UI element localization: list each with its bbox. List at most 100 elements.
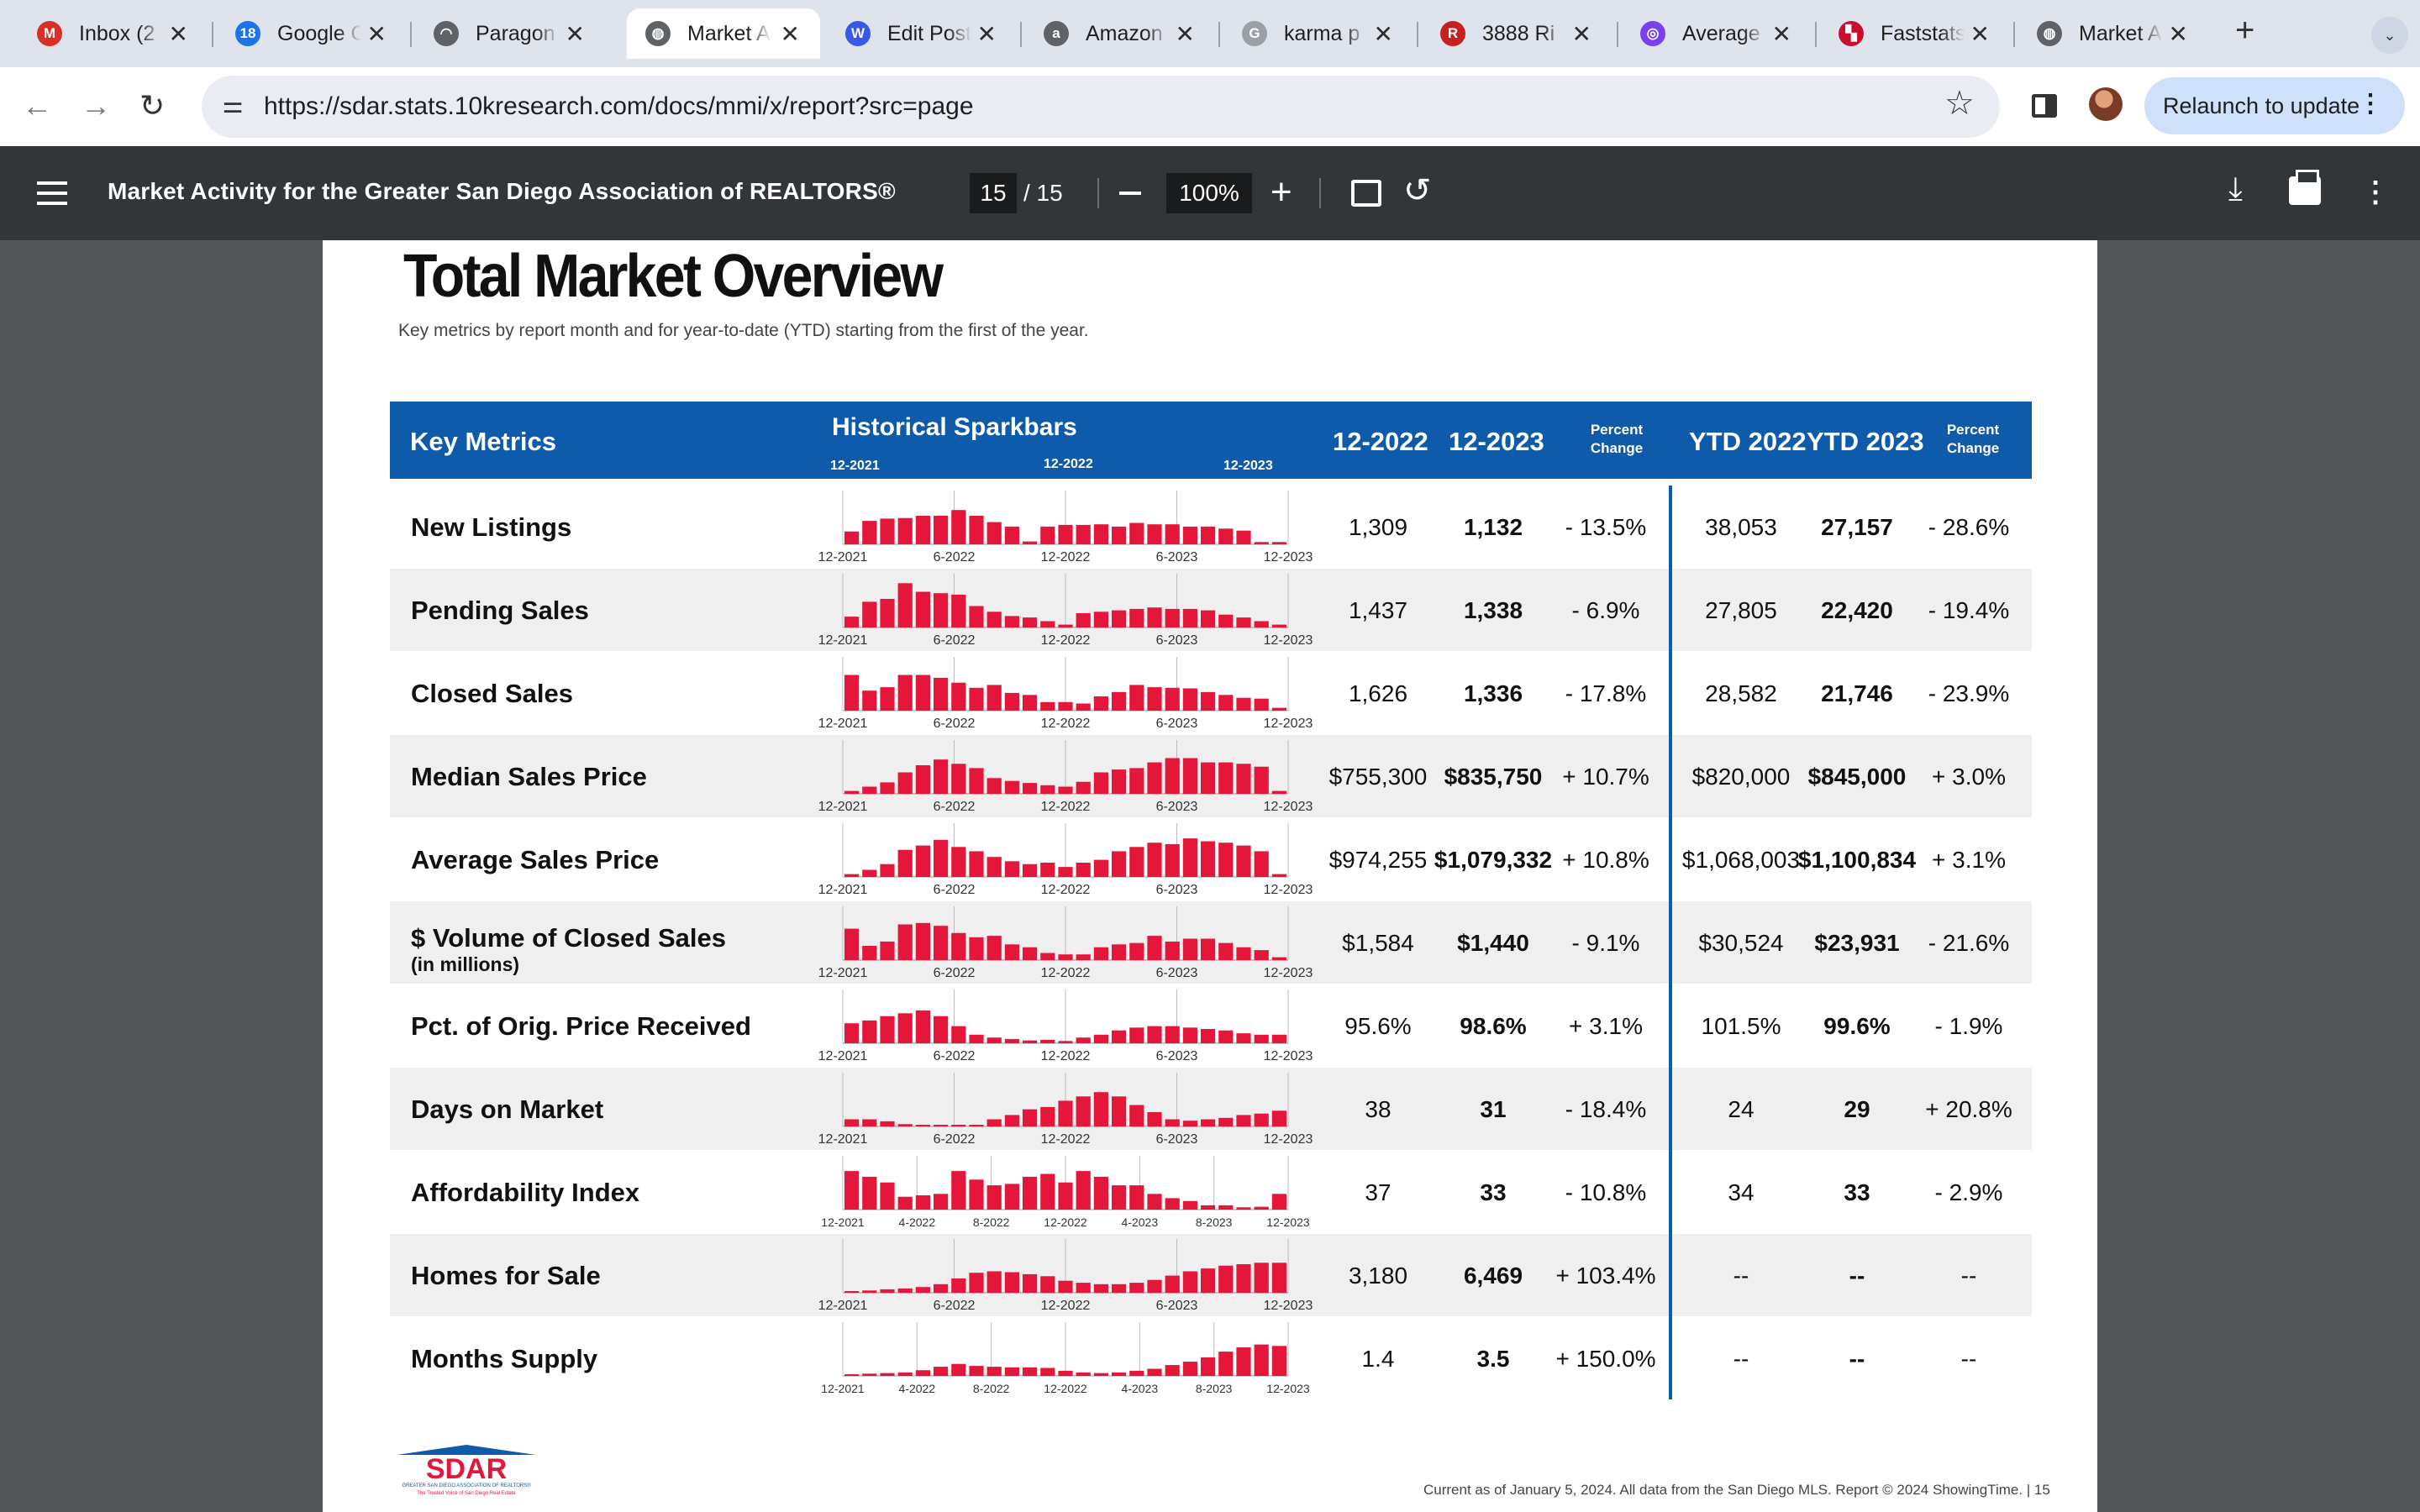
sparkbar <box>862 786 877 794</box>
sparkbar <box>897 924 913 960</box>
sparkbar <box>1147 1279 1162 1293</box>
sparkbar <box>1004 616 1019 627</box>
sparkbar-tick-label: 12-2023 <box>1264 550 1313 564</box>
sparkbar <box>1182 838 1197 877</box>
sparkbar <box>1040 701 1055 711</box>
sparkbar <box>1093 612 1108 627</box>
sparkbar <box>1093 772 1108 794</box>
sparkbar <box>951 594 966 627</box>
sparkbar <box>844 1291 860 1293</box>
sparkbar <box>969 1366 984 1376</box>
sparkbar <box>1182 938 1197 960</box>
sparkbar-tick-label: 6-2022 <box>934 966 976 980</box>
sparkbar <box>986 685 1002 711</box>
sparkbar-group: 12-2021 6-2022 12-2022 6-2023 12-2023 <box>818 990 1313 1063</box>
sparkbar <box>1218 1030 1234 1043</box>
sparkbar <box>951 682 966 711</box>
sparkbar <box>915 591 930 627</box>
sparkbar <box>1076 1096 1091 1126</box>
sparkbar-tick-label: 12-2023 <box>1264 800 1313 814</box>
sparkbar-group: 12-2021 6-2022 12-2022 6-2023 12-2023 <box>818 906 1313 980</box>
sparkbar <box>915 922 930 960</box>
sparkbar <box>1112 691 1127 711</box>
sparkbar <box>1236 617 1251 627</box>
sparkbar <box>1023 1273 1038 1293</box>
sparkbar <box>1254 621 1269 627</box>
sparkbar <box>1236 530 1251 544</box>
sparkbar <box>862 946 877 960</box>
sparkbar <box>1165 1119 1180 1126</box>
sparkbar <box>862 521 877 544</box>
sparkbar-tick-label: 4-2023 <box>1122 1382 1159 1395</box>
sparkbar-tick-label: 4-2023 <box>1122 1215 1159 1229</box>
sparkbar-tick-label: 12-2023 <box>1264 1049 1313 1063</box>
sparkbar <box>1040 1276 1055 1293</box>
sparkbar <box>1271 1034 1286 1043</box>
sparkbar-tick-label: 12-2023 <box>1266 1215 1310 1229</box>
sparkbar-tick-label: 12-2021 <box>818 633 868 648</box>
sparkbar <box>1236 1264 1251 1293</box>
sparkbars-chart: 12-2021 6-2022 12-2022 6-2023 12-202312-2021… <box>818 491 1313 1395</box>
sparkbar <box>897 1013 913 1043</box>
sparkbar <box>1129 1105 1144 1126</box>
sparkbar <box>1112 1185 1127 1210</box>
sparkbar-tick-label: 6-2023 <box>1156 966 1198 980</box>
sparkbar <box>986 1037 1002 1043</box>
sparkbar <box>986 936 1002 960</box>
sparkbar-tick-label: 6-2022 <box>934 1299 976 1313</box>
sparkbar <box>880 1289 895 1293</box>
sparkbar <box>1147 936 1162 960</box>
sparkbar <box>1182 688 1197 711</box>
sparkbar <box>1201 841 1216 877</box>
sparkbar <box>1023 617 1038 627</box>
sparkbar-tick-label: 12-2022 <box>1041 1049 1091 1063</box>
sparkbar <box>1058 1041 1073 1043</box>
sparkbar <box>862 1373 877 1376</box>
sparkbar <box>1254 1113 1269 1126</box>
sparkbar-tick-label: 8-2022 <box>973 1382 1010 1395</box>
sparkbar <box>1147 762 1162 794</box>
sparkbar <box>1023 695 1038 711</box>
sparkbar <box>1004 1115 1019 1126</box>
sparkbar <box>1165 687 1180 711</box>
sparkbar <box>1040 1368 1055 1376</box>
sparkbar <box>844 1119 860 1126</box>
sparkbar <box>1112 1372 1127 1376</box>
sparkbar <box>880 687 895 711</box>
sparkbar-tick-label: 12-2023 <box>1264 633 1313 648</box>
sparkbar <box>862 601 877 627</box>
sparkbar <box>880 599 895 627</box>
sparkbar <box>1271 624 1286 627</box>
sparkbar <box>844 928 860 960</box>
sparkbar <box>1040 1039 1055 1043</box>
sparkbar-tick-label: 12-2021 <box>821 1382 865 1395</box>
sparkbar <box>1112 1030 1127 1043</box>
sparkbar <box>1254 1206 1269 1210</box>
sparkbar <box>1147 1112 1162 1126</box>
sparkbar <box>1040 953 1055 960</box>
sparkbar <box>1040 621 1055 627</box>
sparkbar <box>1218 1352 1234 1376</box>
sparkbar <box>1236 845 1251 877</box>
sparkbar-group: 12-2021 6-2022 12-2022 6-2023 12-2023 <box>818 1073 1313 1147</box>
sparkbar <box>1093 1034 1108 1043</box>
sparkbar <box>934 926 949 960</box>
sparkbar <box>844 1374 860 1376</box>
sparkbar <box>1218 843 1234 877</box>
sparkbar <box>1129 1283 1144 1293</box>
sparkbar <box>897 772 913 794</box>
sparkbar <box>1271 1346 1286 1376</box>
sparkbar <box>1147 687 1162 711</box>
sparkbar <box>951 847 966 877</box>
sparkbar-group: 12-2021 6-2022 12-2022 6-2023 12-2023 <box>818 740 1313 814</box>
sparkbar <box>934 839 949 877</box>
sparkbar <box>1271 957 1286 960</box>
sparkbar-tick-label: 6-2023 <box>1156 883 1198 897</box>
sparkbar <box>1004 692 1019 711</box>
sparkbar-tick-label: 12-2023 <box>1264 883 1313 897</box>
sparkbar <box>969 1179 984 1210</box>
sparkbar <box>1182 1027 1197 1043</box>
sparkbar-tick-label: 6-2023 <box>1156 633 1198 648</box>
sparkbar <box>1236 1347 1251 1376</box>
sparkbar-tick-label: 12-2023 <box>1264 717 1313 731</box>
